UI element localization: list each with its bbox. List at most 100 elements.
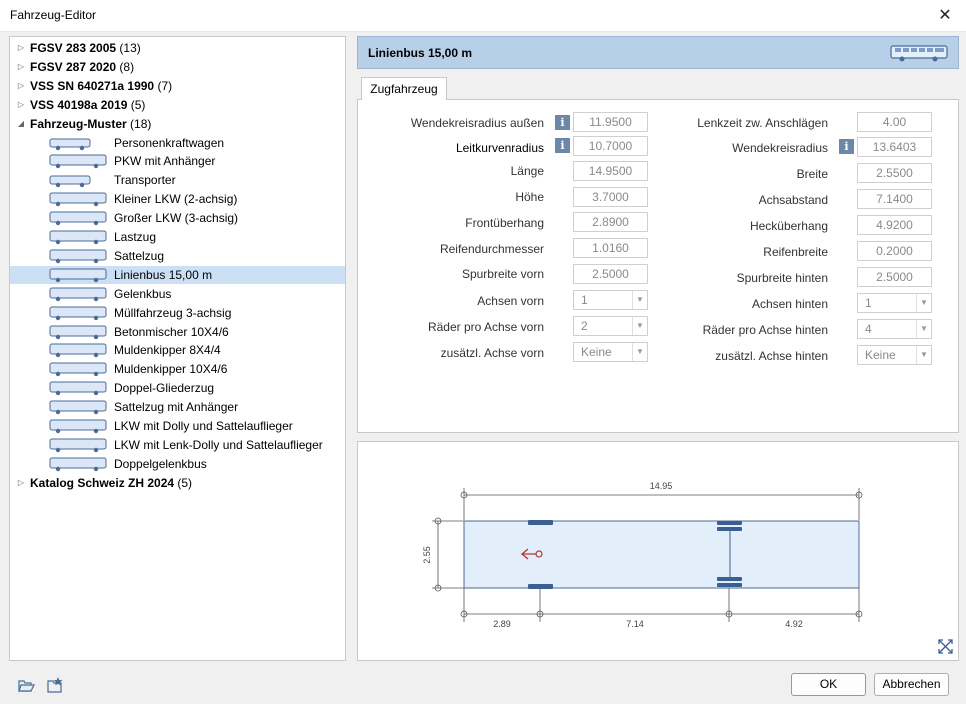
collapse-icon[interactable]: ◢ bbox=[16, 115, 26, 133]
group-name: VSS SN 640271a 1990 bbox=[30, 78, 155, 93]
tree-item[interactable]: Muldenkipper 8X4/4 bbox=[10, 341, 345, 359]
input-spurbreite-hinten[interactable]: 2.5000 bbox=[857, 267, 932, 287]
folder-open-icon[interactable] bbox=[17, 676, 35, 694]
tree-item-label: Großer LKW (3-achsig) bbox=[114, 211, 239, 226]
select-achsen-hinten[interactable]: 1 ▼ bbox=[857, 293, 932, 313]
info-icon[interactable]: i bbox=[555, 115, 570, 130]
tree-group-label: Katalog Schweiz ZH 2024 (5) bbox=[30, 474, 192, 492]
truck-trailer-icon bbox=[49, 230, 107, 245]
chevron-down-icon[interactable]: ▼ bbox=[916, 320, 931, 338]
vehicle-drawing: 14.95 2.55 2.89 7.14 4.92 bbox=[422, 481, 953, 654]
info-icon[interactable]: i bbox=[839, 139, 854, 154]
tree-group[interactable]: ◢ Fahrzeug-Muster (18) bbox=[10, 115, 345, 133]
label-frontueberhang: Frontüberhang bbox=[465, 216, 544, 230]
tree-group[interactable]: ▷ FGSV 287 2020 (8) bbox=[10, 58, 345, 76]
tree-item[interactable]: Sattelzug mit Anhänger bbox=[10, 398, 345, 416]
input-wendekreisradius-aussen[interactable]: 11.9500 bbox=[573, 112, 648, 132]
tree-item-label: Doppel-Gliederzug bbox=[114, 381, 215, 396]
input-wendekreisradius[interactable]: 13.6403 bbox=[857, 137, 932, 157]
tree-item[interactable]: Betonmischer 10X4/6 bbox=[10, 323, 345, 341]
input-reifenbreite[interactable]: 0.2000 bbox=[857, 241, 932, 261]
tree-group[interactable]: ▷ VSS 40198a 2019 (5) bbox=[10, 96, 345, 114]
select-achsen-vorn[interactable]: 1 ▼ bbox=[573, 290, 648, 310]
chevron-down-icon[interactable]: ▼ bbox=[916, 346, 931, 364]
tree-group[interactable]: ▷ VSS SN 640271a 1990 (7) bbox=[10, 77, 345, 95]
tree-item[interactable]: Großer LKW (3-achsig) bbox=[10, 209, 345, 227]
tree-item[interactable]: Doppel-Gliederzug bbox=[10, 379, 345, 397]
input-achsabstand[interactable]: 7.1400 bbox=[857, 189, 932, 209]
select-raeder-vorn[interactable]: 2 ▼ bbox=[573, 316, 648, 336]
window-title: Fahrzeug-Editor bbox=[10, 8, 97, 22]
tree-item[interactable]: Transporter bbox=[10, 171, 345, 189]
input-leitkurvenradius[interactable]: 10.7000 bbox=[573, 136, 648, 156]
input-reifendurchmesser[interactable]: 1.0160 bbox=[573, 238, 648, 258]
select-raeder-hinten[interactable]: 4 ▼ bbox=[857, 319, 932, 339]
tree-item-label: Sattelzug mit Anhänger bbox=[114, 400, 239, 415]
label-breite: Breite bbox=[796, 167, 828, 181]
tree-item[interactable]: Sattelzug bbox=[10, 247, 345, 265]
expand-icon[interactable]: ▷ bbox=[16, 96, 26, 114]
group-count: (5) bbox=[130, 97, 146, 112]
input-frontueberhang[interactable]: 2.8900 bbox=[573, 212, 648, 232]
select-value: Keine bbox=[581, 345, 612, 359]
tab-zugfahrzeug[interactable]: Zugfahrzeug bbox=[361, 77, 447, 100]
tree-item[interactable]: Doppelgelenkbus bbox=[10, 455, 345, 473]
tree-item[interactable]: Kleiner LKW (2-achsig) bbox=[10, 190, 345, 208]
label-zusatz-hinten: zusätzl. Achse hinten bbox=[715, 349, 828, 363]
select-zusatz-vorn[interactable]: Keine ▼ bbox=[573, 342, 648, 362]
input-spurbreite-vorn[interactable]: 2.5000 bbox=[573, 264, 648, 284]
info-icon[interactable]: i bbox=[555, 138, 570, 153]
ok-button[interactable]: OK bbox=[791, 673, 866, 696]
tree-item[interactable]: Linienbus 15,00 m bbox=[10, 265, 345, 284]
vehicle-header: Linienbus 15,00 m bbox=[357, 36, 959, 69]
input-heckueberhang[interactable]: 4.9200 bbox=[857, 215, 932, 235]
title-bar: Fahrzeug-Editor ✕ bbox=[0, 0, 966, 32]
tree-group[interactable]: ▷ Katalog Schweiz ZH 2024 (5) bbox=[10, 474, 345, 492]
group-name: Katalog Schweiz ZH 2024 bbox=[30, 475, 175, 490]
favorite-add-icon[interactable] bbox=[46, 676, 64, 694]
tree-item[interactable]: LKW mit Dolly und Sattelauflieger bbox=[10, 417, 345, 435]
tree-item-label: LKW mit Lenk-Dolly und Sattelauflieger bbox=[114, 437, 323, 452]
tree-item-label: Müllfahrzeug 3-achsig bbox=[114, 305, 232, 320]
group-count: (5) bbox=[177, 475, 193, 490]
expand-icon[interactable]: ▷ bbox=[16, 39, 26, 57]
input-lenkzeit[interactable]: 4.00 bbox=[857, 112, 932, 132]
tree-item[interactable]: PKW mit Anhänger bbox=[10, 152, 345, 170]
tree-item[interactable]: Lastzug bbox=[10, 228, 345, 246]
label-wendekreisradius: Wendekreisradius bbox=[732, 141, 828, 155]
expand-icon[interactable]: ▷ bbox=[16, 474, 26, 492]
tree-item[interactable]: Müllfahrzeug 3-achsig bbox=[10, 304, 345, 322]
tree-group[interactable]: ▷ FGSV 283 2005 (13) bbox=[10, 39, 345, 57]
group-count: (8) bbox=[119, 59, 135, 74]
input-hoehe[interactable]: 3.7000 bbox=[573, 187, 648, 207]
dolly-truck-icon bbox=[49, 419, 107, 434]
close-icon[interactable]: ✕ bbox=[932, 3, 958, 29]
select-zusatz-hinten[interactable]: Keine ▼ bbox=[857, 345, 932, 365]
dump-truck-icon bbox=[49, 362, 107, 377]
label-wendekreisradius-aussen: Wendekreisradius außen bbox=[410, 116, 544, 130]
tree-item-label: Muldenkipper 10X4/6 bbox=[114, 362, 228, 377]
tree-item[interactable]: Muldenkipper 10X4/6 bbox=[10, 360, 345, 378]
label-achsen-hinten: Achsen hinten bbox=[751, 297, 828, 311]
select-value: 1 bbox=[865, 296, 872, 310]
chevron-down-icon[interactable]: ▼ bbox=[632, 317, 647, 335]
fit-view-icon[interactable] bbox=[938, 639, 953, 654]
tree-item-label: Betonmischer 10X4/6 bbox=[114, 324, 229, 339]
select-value: 1 bbox=[581, 293, 588, 307]
van-icon bbox=[49, 175, 91, 188]
expand-icon[interactable]: ▷ bbox=[16, 58, 26, 76]
tree-item[interactable]: Gelenkbus bbox=[10, 285, 345, 303]
chevron-down-icon[interactable]: ▼ bbox=[632, 291, 647, 309]
vehicle-tree[interactable]: ▷ FGSV 283 2005 (13) ▷ FGSV 287 2020 (8) ▷ VS… bbox=[9, 36, 346, 661]
cancel-button[interactable]: Abbrechen bbox=[874, 673, 949, 696]
tree-item[interactable]: LKW mit Lenk-Dolly und Sattelauflieger bbox=[10, 436, 345, 454]
input-breite[interactable]: 2.5500 bbox=[857, 163, 932, 183]
tree-group-label: FGSV 283 2005 (13) bbox=[30, 39, 141, 57]
expand-icon[interactable]: ▷ bbox=[16, 77, 26, 95]
input-laenge[interactable]: 14.9500 bbox=[573, 161, 648, 181]
tree-item[interactable]: Personenkraftwagen bbox=[10, 134, 345, 152]
chevron-down-icon[interactable]: ▼ bbox=[632, 343, 647, 361]
tree-group-label: FGSV 287 2020 (8) bbox=[30, 58, 134, 76]
chevron-down-icon[interactable]: ▼ bbox=[916, 294, 931, 312]
vehicle-title: Linienbus 15,00 m bbox=[368, 46, 473, 60]
